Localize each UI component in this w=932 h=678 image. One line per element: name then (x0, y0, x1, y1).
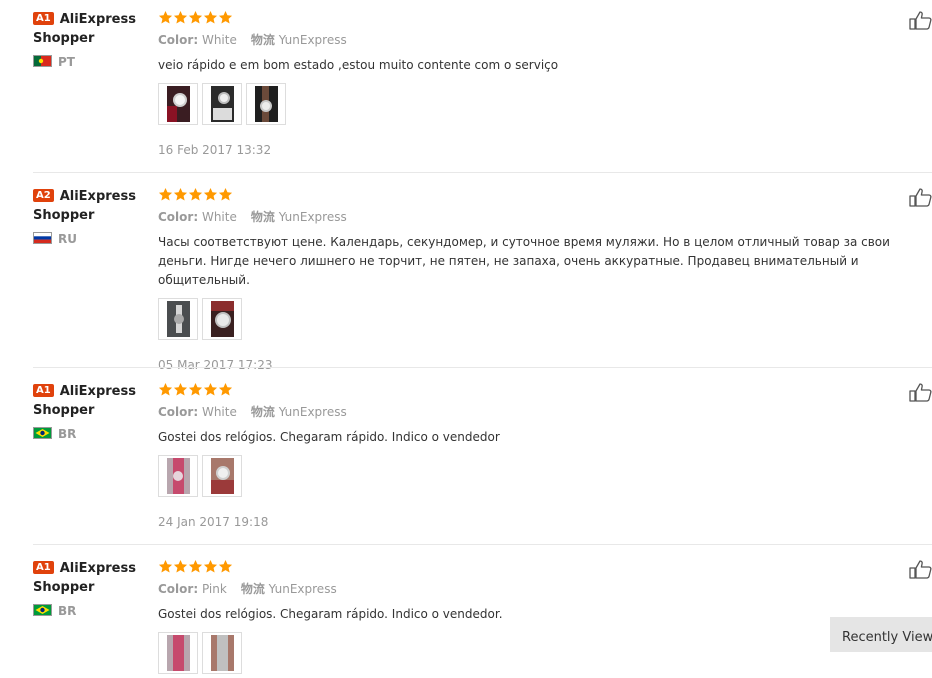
star-icon (203, 187, 218, 202)
reviewer-country: BR (33, 604, 153, 618)
star-icon (173, 10, 188, 25)
star-icon (158, 382, 173, 397)
country-code: BR (58, 604, 77, 618)
star-icon (218, 10, 233, 25)
review-text: Gostei dos relógios. Chegaram rápido. In… (158, 607, 503, 621)
star-icon (203, 559, 218, 574)
color-label: Color: (158, 210, 199, 224)
review-photo-thumbnail[interactable] (202, 632, 242, 674)
star-icon (173, 559, 188, 574)
color-value: White (201, 210, 237, 224)
buyer-level-badge: A1 (33, 12, 54, 25)
review-date: 24 Jan 2017 19:18 (158, 515, 269, 529)
logistics-value: YunExpress (268, 582, 337, 596)
buyer-level-badge: A2 (33, 189, 54, 202)
review-photos (158, 632, 928, 676)
thumbs-up-icon[interactable] (909, 382, 932, 402)
review-body: Color: White 物流 YunExpress Gostei dos rel… (158, 382, 928, 529)
thumbs-up-icon[interactable] (909, 187, 932, 207)
star-icon (173, 187, 188, 202)
star-icon (188, 187, 203, 202)
review-photo-thumbnail[interactable] (158, 632, 198, 674)
reviewer-info: A1 AliExpress Shopper BR (33, 559, 153, 618)
star-icon (188, 559, 203, 574)
logistics-value: YunExpress (278, 33, 347, 47)
buyer-level-badge: A1 (33, 384, 54, 397)
order-attributes: Color: White 物流 YunExpress (158, 32, 928, 48)
star-icon (158, 559, 173, 574)
star-icon (158, 187, 173, 202)
thumbs-up-icon[interactable] (909, 559, 932, 579)
review-photo-thumbnail[interactable] (158, 455, 198, 497)
reviewer-country: RU (33, 232, 153, 246)
reviewer-info: A1 AliExpress Shopper PT (33, 10, 153, 69)
color-value: White (201, 33, 237, 47)
star-icon (188, 382, 203, 397)
review-body: Color: White 物流 YunExpress veio rápido e … (158, 10, 928, 157)
star-icon (158, 10, 173, 25)
review-divider (33, 172, 932, 173)
buyer-level-badge: A1 (33, 561, 54, 574)
country-code: RU (58, 232, 77, 246)
review-body: Color: White 物流 YunExpress Часы соответст… (158, 187, 928, 372)
review-text: Gostei dos relógios. Chegaram rápido. In… (158, 430, 500, 444)
recently-viewed-tab[interactable]: Recently Viewed (830, 617, 932, 652)
star-icon (203, 10, 218, 25)
brazil-flag-icon (33, 604, 52, 616)
star-icon (218, 559, 233, 574)
logistics-label: 物流 (240, 582, 265, 596)
review-photos (158, 83, 928, 127)
review-text: Часы соответствуют цене. Календарь, секу… (158, 235, 890, 287)
review-date: 16 Feb 2017 13:32 (158, 143, 272, 157)
review-divider (33, 367, 932, 368)
star-rating (158, 559, 928, 575)
reviewer-info: A1 AliExpress Shopper BR (33, 382, 153, 441)
order-attributes: Color: White 物流 YunExpress (158, 404, 928, 420)
order-attributes: Color: Pink 物流 YunExpress (158, 581, 928, 597)
reviewer-country: BR (33, 427, 153, 441)
russia-flag-icon (33, 232, 52, 244)
brazil-flag-icon (33, 427, 52, 439)
thumbs-up-icon[interactable] (909, 10, 932, 30)
star-icon (173, 382, 188, 397)
review-photo-thumbnail[interactable] (158, 298, 198, 340)
logistics-label: 物流 (250, 405, 275, 419)
color-value: White (201, 405, 237, 419)
review-photo-thumbnail[interactable] (158, 83, 198, 125)
reviewer-info: A2 AliExpress Shopper RU (33, 187, 153, 246)
color-label: Color: (158, 33, 199, 47)
reviewer-country: PT (33, 55, 153, 69)
color-label: Color: (158, 405, 199, 419)
review-body: Color: Pink 物流 YunExpress Gostei dos reló… (158, 559, 928, 676)
star-rating (158, 382, 928, 398)
order-attributes: Color: White 物流 YunExpress (158, 209, 928, 225)
review-photos (158, 455, 928, 499)
review-photo-thumbnail[interactable] (202, 298, 242, 340)
review-photos (158, 298, 928, 342)
logistics-label: 物流 (250, 33, 275, 47)
star-icon (218, 382, 233, 397)
review-date: 05 Mar 2017 17:23 (158, 358, 273, 372)
star-icon (218, 187, 233, 202)
star-rating (158, 187, 928, 203)
review-photo-thumbnail[interactable] (202, 83, 242, 125)
logistics-label: 物流 (250, 210, 275, 224)
logistics-value: YunExpress (278, 210, 347, 224)
review-text: veio rápido e em bom estado ,estou muito… (158, 58, 559, 72)
review-divider (33, 544, 932, 545)
country-code: BR (58, 427, 77, 441)
review-photo-thumbnail[interactable] (246, 83, 286, 125)
color-label: Color: (158, 582, 199, 596)
portugal-flag-icon (33, 55, 52, 67)
country-code: PT (58, 55, 75, 69)
logistics-value: YunExpress (278, 405, 347, 419)
color-value: Pink (201, 582, 227, 596)
star-icon (188, 10, 203, 25)
star-icon (203, 382, 218, 397)
review-photo-thumbnail[interactable] (202, 455, 242, 497)
star-rating (158, 10, 928, 26)
